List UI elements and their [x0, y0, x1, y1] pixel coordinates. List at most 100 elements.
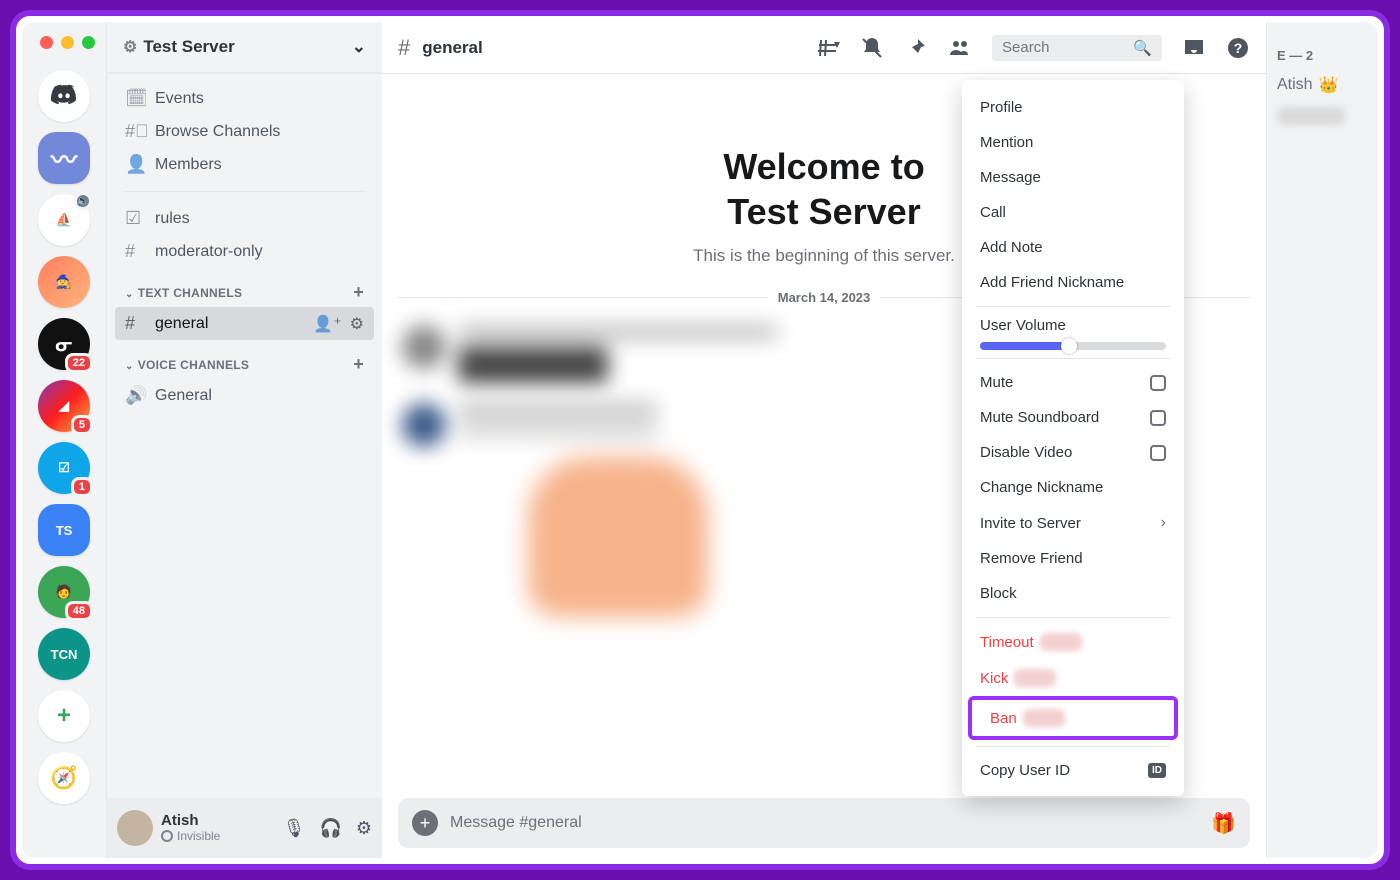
channel-moderator-only[interactable]: #moderator-only [115, 235, 374, 268]
threads-icon[interactable] [816, 36, 840, 60]
compass-hash-icon: #⃣ [125, 121, 145, 142]
channel-general[interactable]: #general👤⁺⚙ [115, 307, 374, 340]
menu-separator [976, 746, 1170, 747]
user-panel: Atish Invisible 🎙 🎧 ⚙ [107, 798, 382, 858]
rules-icon: ☑ [125, 208, 145, 229]
explore-servers-button[interactable]: 🧭 [38, 752, 90, 804]
chevron-right-icon: › [1161, 514, 1166, 532]
self-avatar[interactable] [117, 810, 153, 846]
menu-remove-friend[interactable]: Remove Friend [962, 541, 1184, 576]
create-invite-icon[interactable]: 👤⁺ [313, 314, 341, 334]
server-ts[interactable]: TS [38, 504, 90, 556]
menu-disable-video[interactable]: Disable Video [962, 435, 1184, 470]
menu-add-note[interactable]: Add Note [962, 230, 1184, 265]
voice-channels-header[interactable]: ⌄VOICE CHANNELS+ [115, 340, 374, 379]
channel-settings-icon[interactable]: ⚙ [350, 314, 364, 334]
member-row-blurred[interactable] [1277, 107, 1368, 125]
server-face[interactable]: 🧙 [38, 256, 90, 308]
menu-copy-user-id[interactable]: Copy User IDID [962, 753, 1184, 788]
menu-mute-soundboard[interactable]: Mute Soundboard [962, 400, 1184, 435]
message-composer[interactable]: + Message #general 🎁 [398, 798, 1250, 848]
channel-title: general [422, 38, 482, 58]
members-icon: 👤 [125, 154, 145, 175]
menu-timeout[interactable]: Timeout [962, 624, 1184, 660]
menu-mention[interactable]: Mention [962, 125, 1184, 160]
pinned-messages-icon[interactable] [904, 36, 928, 60]
channel-sidebar: ⚙ Test Server ⌄ 🗓Events #⃣Browse Channels… [106, 22, 382, 858]
checkbox-icon[interactable] [1150, 445, 1166, 461]
composer-placeholder: Message #general [450, 814, 582, 832]
calendar-icon: 🗓 [125, 88, 145, 109]
inbox-icon[interactable] [1182, 36, 1206, 60]
close-window-icon[interactable] [40, 36, 53, 49]
gift-button[interactable]: 🎁 [1211, 811, 1236, 836]
help-icon[interactable]: ? [1226, 36, 1250, 60]
menu-invite-server[interactable]: Invite to Server› [962, 505, 1184, 541]
server-header[interactable]: ⚙ Test Server ⌄ [107, 22, 382, 74]
checkbox-icon[interactable] [1150, 375, 1166, 391]
avatar-blurred [402, 403, 446, 447]
discord-logo-icon [48, 80, 80, 112]
date-label: March 14, 2023 [778, 290, 871, 305]
search-icon: 🔍 [1133, 39, 1152, 57]
sidebar-item-events[interactable]: 🗓Events [115, 82, 374, 115]
menu-ban[interactable]: Ban [972, 700, 1174, 736]
checkbox-icon[interactable] [1150, 410, 1166, 426]
mute-mic-button[interactable]: 🎙 [283, 818, 306, 839]
server-check[interactable]: ☑1 [38, 442, 90, 494]
sidebar-item-members[interactable]: 👤Members [115, 148, 374, 181]
menu-separator [976, 358, 1170, 359]
notif-badge: 5 [71, 415, 93, 435]
check-icon: ☑ [58, 460, 70, 476]
server-settings-icon: ⚙ [123, 39, 137, 56]
maximize-window-icon[interactable] [82, 36, 95, 49]
welcome-line1: Welcome to [723, 146, 924, 187]
text-channels-header[interactable]: ⌄ TEXT CHANNELS + [115, 268, 374, 307]
menu-message[interactable]: Message [962, 160, 1184, 195]
notif-badge: 48 [65, 601, 93, 621]
menu-separator [976, 617, 1170, 618]
server-triangle[interactable]: ◢5 [38, 380, 90, 432]
add-text-channel-button[interactable]: + [353, 282, 364, 303]
crown-icon: 👑 [1319, 75, 1339, 95]
menu-change-nickname[interactable]: Change Nickname [962, 470, 1184, 505]
menu-mute[interactable]: Mute [962, 365, 1184, 400]
voice-channel-general[interactable]: 🔊General [115, 379, 374, 412]
menu-call[interactable]: Call [962, 195, 1184, 230]
server-p[interactable]: ᓂ22 [38, 318, 90, 370]
sidebar-item-browse-channels[interactable]: #⃣Browse Channels [115, 115, 374, 148]
volume-slider[interactable] [980, 342, 1166, 350]
add-voice-channel-button[interactable]: + [353, 354, 364, 375]
image-attachment-blurred [528, 457, 708, 617]
discord-home-button[interactable] [38, 70, 90, 122]
attach-button[interactable]: + [412, 810, 438, 836]
server-boat[interactable]: 🔈⛵ [38, 194, 90, 246]
welcome-line2: Test Server [727, 191, 920, 232]
username-blurred [1023, 709, 1065, 727]
self-status: Invisible [161, 829, 220, 843]
search-input[interactable]: Search🔍 [992, 35, 1162, 61]
window-traffic-lights [40, 36, 95, 49]
server-mustache[interactable]: 〰 [38, 132, 90, 184]
channel-rules[interactable]: ☑rules [115, 202, 374, 235]
menu-kick[interactable]: Kick [962, 660, 1184, 696]
notifications-muted-icon[interactable] [860, 36, 884, 60]
member-list-toggle-icon[interactable] [948, 36, 972, 60]
menu-profile[interactable]: Profile [962, 90, 1184, 125]
minimize-window-icon[interactable] [61, 36, 74, 49]
server-name: Test Server [143, 37, 234, 56]
sound-badge-icon: 🔈 [74, 192, 92, 210]
user-settings-button[interactable]: ⚙ [356, 818, 372, 839]
member-row[interactable]: Atish 👑 [1277, 75, 1368, 95]
server-tcn[interactable]: TCN [38, 628, 90, 680]
add-server-button[interactable]: + [38, 690, 90, 742]
username-blurred [1014, 669, 1056, 687]
menu-block[interactable]: Block [962, 576, 1184, 611]
deafen-button[interactable]: 🎧 [319, 818, 341, 839]
chevron-down-icon: ⌄ [352, 37, 366, 57]
chevron-down-icon: ⌄ [125, 289, 134, 300]
menu-add-friend-nickname[interactable]: Add Friend Nickname [962, 265, 1184, 300]
menu-user-volume[interactable]: User Volume [962, 313, 1184, 352]
text-channels-label: TEXT CHANNELS [138, 286, 243, 300]
server-green[interactable]: 🧑48 [38, 566, 90, 618]
